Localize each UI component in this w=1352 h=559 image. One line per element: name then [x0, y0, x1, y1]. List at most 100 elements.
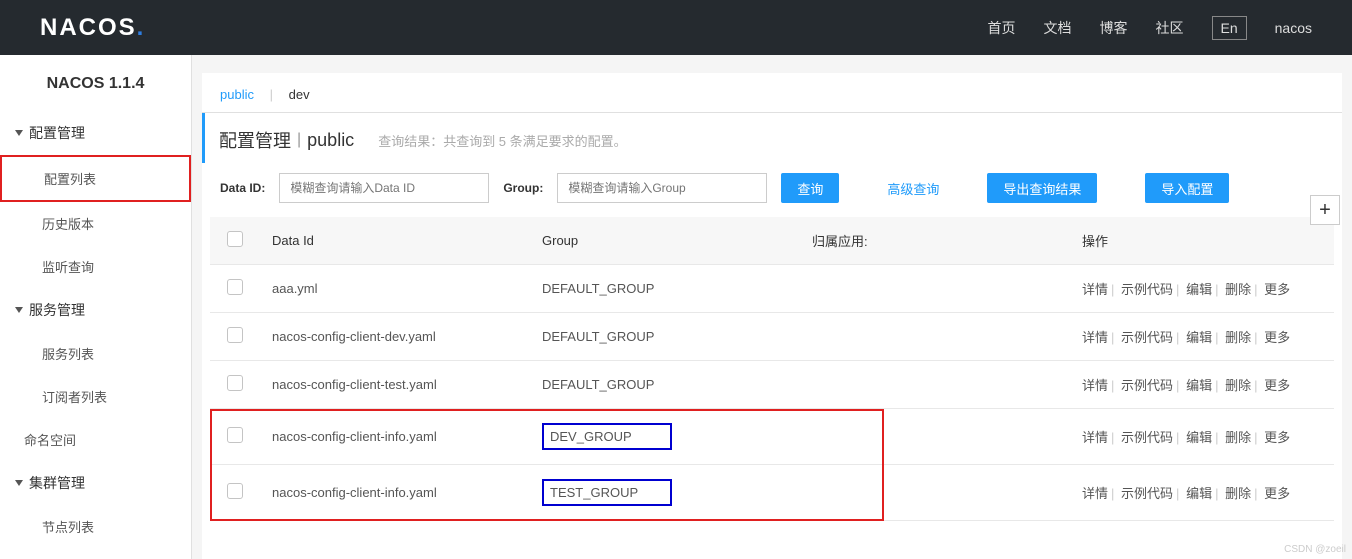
menu-subscriber-list[interactable]: 订阅者列表 [0, 375, 191, 418]
logo: NACOS. [40, 14, 145, 42]
action-sample[interactable]: 示例代码 [1121, 378, 1173, 393]
title-bar: 配置管理 | public 查询结果：共查询到 5 条满足要求的配置。 [202, 113, 1342, 163]
menu-node-list[interactable]: 节点列表 [0, 505, 191, 548]
plus-icon: + [1319, 199, 1331, 222]
action-edit[interactable]: 编辑 [1186, 330, 1212, 345]
group-highlight: TEST_GROUP [542, 479, 672, 506]
menu-namespace[interactable]: 命名空间 [0, 418, 191, 461]
page-subtitle: public [307, 130, 354, 151]
sidebar-title: NACOS 1.1.4 [0, 55, 191, 111]
nav-docs[interactable]: 文档 [1044, 18, 1072, 38]
cell-dataid: nacos-config-client-info.yaml [260, 465, 530, 521]
row-checkbox[interactable] [227, 375, 243, 391]
nav-links: 首页 文档 博客 社区 En nacos [988, 16, 1312, 40]
action-delete[interactable]: 删除 [1225, 330, 1251, 345]
cell-group: DEFAULT_GROUP [530, 361, 800, 409]
import-button[interactable]: 导入配置 [1145, 173, 1229, 203]
action-sample[interactable]: 示例代码 [1121, 486, 1173, 501]
table-row: nacos-config-client-test.yaml DEFAULT_GR… [210, 361, 1334, 409]
action-delete[interactable]: 删除 [1225, 282, 1251, 297]
cell-app [800, 409, 1070, 465]
cell-actions: 详情| 示例代码| 编辑| 删除| 更多 [1070, 313, 1334, 361]
cell-app [800, 265, 1070, 313]
cell-app [800, 313, 1070, 361]
cell-app [800, 465, 1070, 521]
action-edit[interactable]: 编辑 [1186, 430, 1212, 445]
col-group: Group [530, 217, 800, 265]
menu-config-mgmt[interactable]: 配置管理 [0, 111, 191, 155]
tab-public[interactable]: public [220, 87, 254, 102]
row-checkbox[interactable] [227, 327, 243, 343]
cell-group: DEV_GROUP [530, 409, 800, 465]
dataid-input[interactable] [279, 173, 489, 203]
table-header-row: Data Id Group 归属应用: 操作 [210, 217, 1334, 265]
menu-cluster-mgmt[interactable]: 集群管理 [0, 461, 191, 505]
dataid-label: Data ID: [220, 181, 265, 195]
action-delete[interactable]: 删除 [1225, 378, 1251, 393]
nav-community[interactable]: 社区 [1156, 18, 1184, 38]
action-sample[interactable]: 示例代码 [1121, 282, 1173, 297]
action-delete[interactable]: 删除 [1225, 430, 1251, 445]
cell-actions: 详情| 示例代码| 编辑| 删除| 更多 [1070, 465, 1334, 521]
cell-actions: 详情| 示例代码| 编辑| 删除| 更多 [1070, 265, 1334, 313]
sidebar: NACOS 1.1.4 配置管理 配置列表 历史版本 监听查询 服务管理 服务列… [0, 55, 192, 559]
lang-switch[interactable]: En [1212, 16, 1247, 40]
group-label: Group: [503, 181, 543, 195]
group-highlight: DEV_GROUP [542, 423, 672, 450]
query-button[interactable]: 查询 [781, 173, 839, 203]
action-detail[interactable]: 详情 [1082, 430, 1108, 445]
action-edit[interactable]: 编辑 [1186, 486, 1212, 501]
cell-app [800, 361, 1070, 409]
action-detail[interactable]: 详情 [1082, 282, 1108, 297]
nav-user[interactable]: nacos [1275, 20, 1312, 36]
watermark: CSDN @zoeil [1284, 544, 1346, 555]
select-all-checkbox[interactable] [227, 231, 243, 247]
action-more[interactable]: 更多 [1264, 486, 1290, 501]
cell-actions: 详情| 示例代码| 编辑| 删除| 更多 [1070, 361, 1334, 409]
tab-dev[interactable]: dev [289, 87, 310, 102]
page-title: 配置管理 [219, 127, 291, 153]
menu-history[interactable]: 历史版本 [0, 202, 191, 245]
row-checkbox[interactable] [227, 279, 243, 295]
action-more[interactable]: 更多 [1264, 282, 1290, 297]
menu-listen-query[interactable]: 监听查询 [0, 245, 191, 288]
config-table: Data Id Group 归属应用: 操作 aaa.yml DEFAULT_G… [210, 217, 1334, 521]
cell-actions: 详情| 示例代码| 编辑| 删除| 更多 [1070, 409, 1334, 465]
result-hint: 查询结果：共查询到 5 条满足要求的配置。 [378, 131, 626, 150]
action-sample[interactable]: 示例代码 [1121, 330, 1173, 345]
group-input[interactable] [557, 173, 767, 203]
table-row: nacos-config-client-dev.yaml DEFAULT_GRO… [210, 313, 1334, 361]
cell-dataid: nacos-config-client-dev.yaml [260, 313, 530, 361]
col-dataid: Data Id [260, 217, 530, 265]
action-delete[interactable]: 删除 [1225, 486, 1251, 501]
add-config-button[interactable]: + [1310, 195, 1340, 225]
search-row: Data ID: Group: 查询 高级查询 导出查询结果 导入配置 [202, 163, 1342, 217]
action-edit[interactable]: 编辑 [1186, 282, 1212, 297]
menu-service-list[interactable]: 服务列表 [0, 332, 191, 375]
cell-group: DEFAULT_GROUP [530, 265, 800, 313]
menu-config-list[interactable]: 配置列表 [0, 155, 191, 202]
action-more[interactable]: 更多 [1264, 378, 1290, 393]
advanced-query-link[interactable]: 高级查询 [887, 179, 939, 198]
row-checkbox[interactable] [227, 483, 243, 499]
action-edit[interactable]: 编辑 [1186, 378, 1212, 393]
action-more[interactable]: 更多 [1264, 430, 1290, 445]
export-button[interactable]: 导出查询结果 [987, 173, 1097, 203]
cell-dataid: nacos-config-client-test.yaml [260, 361, 530, 409]
nav-blog[interactable]: 博客 [1100, 18, 1128, 38]
row-checkbox[interactable] [227, 427, 243, 443]
action-detail[interactable]: 详情 [1082, 378, 1108, 393]
table-row: nacos-config-client-info.yaml DEV_GROUP … [210, 409, 1334, 465]
cell-group: DEFAULT_GROUP [530, 313, 800, 361]
logo-text: NACOS. [40, 14, 145, 42]
nav-home[interactable]: 首页 [988, 18, 1016, 38]
table-row: nacos-config-client-info.yaml TEST_GROUP… [210, 465, 1334, 521]
cell-dataid: nacos-config-client-info.yaml [260, 409, 530, 465]
action-more[interactable]: 更多 [1264, 330, 1290, 345]
action-detail[interactable]: 详情 [1082, 330, 1108, 345]
action-detail[interactable]: 详情 [1082, 486, 1108, 501]
action-sample[interactable]: 示例代码 [1121, 430, 1173, 445]
namespace-tabs: public | dev [202, 73, 1342, 113]
cell-group: TEST_GROUP [530, 465, 800, 521]
menu-service-mgmt[interactable]: 服务管理 [0, 288, 191, 332]
